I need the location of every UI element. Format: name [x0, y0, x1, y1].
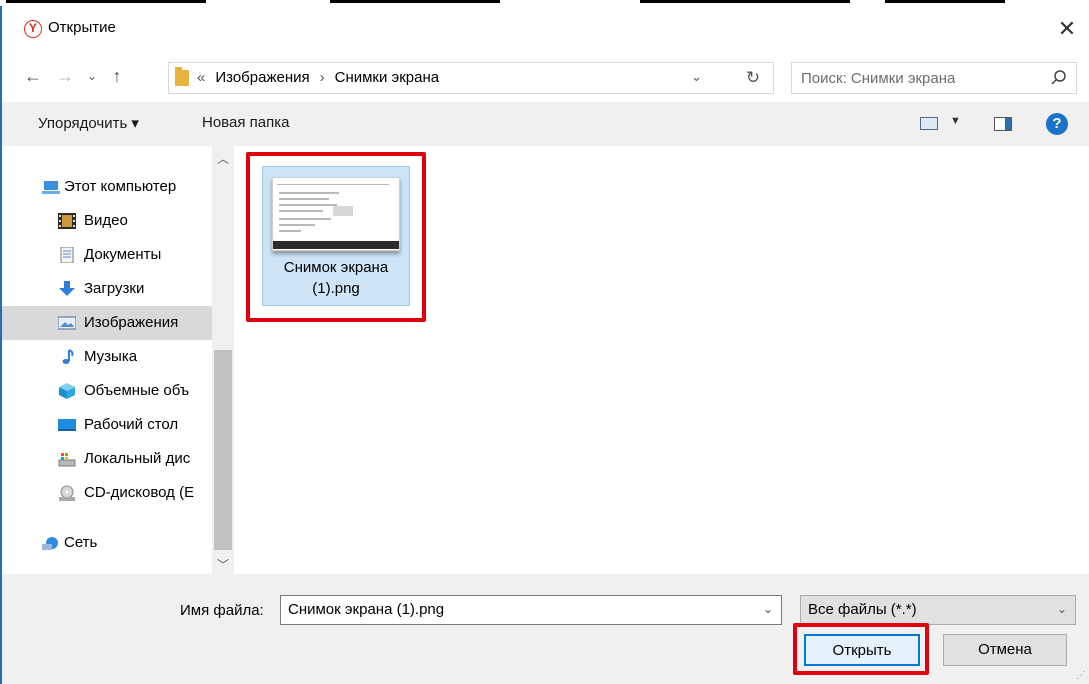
scroll-down-icon[interactable]: ﹀	[212, 556, 234, 576]
desktop-icon	[58, 419, 76, 431]
network-icon	[42, 537, 58, 550]
sidebar-item-cd-drive[interactable]: CD-дисковод (E	[2, 476, 212, 510]
breadcrumb-screenshots[interactable]: Снимки экрана	[335, 69, 439, 86]
filename-combobox[interactable]: Снимок экрана (1).png ⌄	[280, 595, 782, 625]
sidebar-item-this-pc[interactable]: Этот компьютер	[2, 170, 212, 204]
search-input[interactable]: Поиск: Снимки экрана	[791, 62, 1077, 94]
3d-objects-icon	[59, 383, 75, 399]
sidebar-item-network[interactable]: Сеть	[2, 526, 212, 560]
scroll-up-icon[interactable]: ︿	[212, 150, 234, 170]
navigation-pane: Этот компьютер Видео Документы Загрузки …	[2, 146, 234, 574]
cd-drive-icon	[59, 485, 75, 501]
yandex-browser-icon: Y	[24, 20, 42, 38]
change-view-icon[interactable]	[920, 117, 938, 130]
command-bar: Упорядочить ▾ Новая папка ▼ ?	[2, 102, 1089, 146]
search-icon	[1051, 70, 1066, 85]
sidebar-item-music[interactable]: Музыка	[2, 340, 212, 374]
filetype-value: Все файлы (*.*)	[808, 601, 917, 618]
overflow-chevron-icon[interactable]: «	[197, 69, 205, 86]
dialog-title: Открытие	[48, 19, 116, 36]
music-icon	[62, 349, 74, 364]
new-folder-button[interactable]: Новая папка	[202, 114, 289, 131]
address-bar[interactable]: « Изображения › Снимки экрана ⌄ ↻	[168, 62, 774, 94]
filename-label: Имя файла:	[180, 602, 264, 619]
folder-icon	[175, 67, 189, 86]
preview-pane-icon[interactable]	[994, 117, 1012, 131]
help-icon[interactable]: ?	[1046, 113, 1068, 135]
sidebar-item-desktop[interactable]: Рабочий стол	[2, 408, 212, 442]
sidebar-item-3d-objects[interactable]: Объемные объ	[2, 374, 212, 408]
navigation-scrollbar[interactable]: ︿ ﹀	[212, 146, 234, 574]
sidebar-item-video[interactable]: Видео	[2, 204, 212, 238]
scrollbar-thumb[interactable]	[214, 350, 232, 550]
breadcrumb-pictures[interactable]: Изображения	[215, 69, 309, 86]
sidebar-item-documents[interactable]: Документы	[2, 238, 212, 272]
recent-locations-chevron-icon[interactable]: ⌄	[81, 64, 103, 88]
pictures-icon	[58, 316, 76, 330]
chevron-down-icon[interactable]: ⌄	[1057, 602, 1067, 616]
sidebar-item-pictures[interactable]: Изображения	[2, 306, 212, 340]
breadcrumb-separator-icon[interactable]: ›	[320, 69, 325, 86]
navigation-row: ← → ⌄ ↑ « Изображения › Снимки экрана ⌄ ↻ П…	[2, 50, 1089, 102]
chevron-down-icon[interactable]: ⌄	[763, 602, 773, 616]
filename-field[interactable]: Снимок экрана (1).png	[288, 601, 444, 618]
filetype-select[interactable]: Все файлы (*.*) ⌄	[800, 595, 1076, 625]
file-highlight-annotation	[246, 152, 426, 322]
video-icon	[58, 213, 76, 229]
forward-arrow-icon[interactable]: →	[54, 64, 76, 88]
close-button[interactable]: ✕	[1050, 14, 1084, 44]
breadcrumb: « Изображения › Снимки экрана	[197, 69, 439, 86]
up-arrow-icon[interactable]: ↑	[106, 64, 128, 88]
resize-grip-icon[interactable]: ⋰	[1076, 670, 1086, 681]
local-disk-icon	[58, 453, 76, 467]
organize-button[interactable]: Упорядочить ▾	[38, 114, 139, 132]
view-options-dropdown-icon[interactable]: ▼	[950, 115, 961, 127]
downloads-icon	[59, 281, 75, 296]
back-arrow-icon[interactable]: ←	[22, 64, 44, 88]
refresh-icon[interactable]: ↻	[735, 68, 771, 88]
address-dropdown-icon[interactable]: ⌄	[691, 69, 702, 85]
computer-icon	[42, 181, 60, 194]
open-button-highlight-annotation	[793, 623, 929, 675]
title-bar: Y Открытие ✕	[2, 6, 1089, 50]
sidebar-item-downloads[interactable]: Загрузки	[2, 272, 212, 306]
documents-icon	[60, 247, 74, 263]
open-file-dialog: Y Открытие ✕ ← → ⌄ ↑ « Изображения › Снимки…	[0, 6, 1089, 684]
search-placeholder: Поиск: Снимки экрана	[801, 70, 956, 87]
cancel-button[interactable]: Отмена	[943, 634, 1067, 666]
sidebar-item-local-disk[interactable]: Локальный дис	[2, 442, 212, 476]
